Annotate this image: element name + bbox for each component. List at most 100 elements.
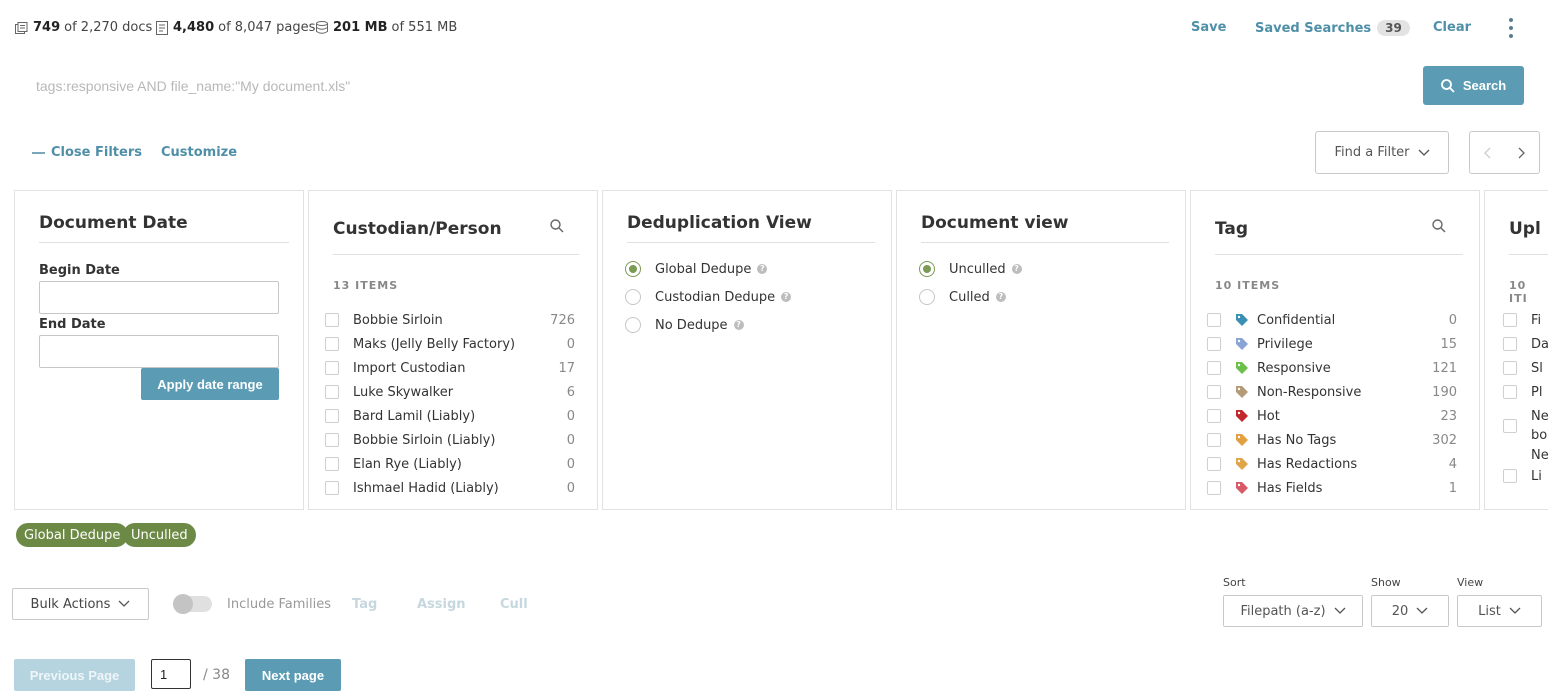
list-item[interactable]: Has No Tags 302 (1207, 428, 1457, 452)
list-item[interactable]: Pl (1503, 380, 1542, 404)
list-item-count: 121 (1432, 360, 1457, 376)
list-item[interactable]: Luke Skywalker 6 (325, 380, 575, 404)
help-icon[interactable]: ? (757, 264, 768, 274)
list-item[interactable]: Sl (1503, 356, 1543, 380)
checkbox[interactable] (1503, 419, 1517, 433)
radio-option[interactable]: No Dedupe? (625, 311, 791, 339)
more-options-icon[interactable] (1506, 18, 1516, 40)
next-page-button[interactable]: Next page (245, 659, 341, 691)
checkbox[interactable] (1207, 481, 1221, 495)
list-item[interactable]: Has Fields 1 (1207, 476, 1457, 500)
checkbox[interactable] (1503, 337, 1517, 351)
begin-date-input[interactable] (39, 281, 279, 314)
checkbox[interactable] (325, 337, 339, 351)
sort-select[interactable]: Filepath (a-z) (1223, 595, 1363, 627)
checkbox[interactable] (1503, 385, 1517, 399)
view-select[interactable]: List (1457, 595, 1542, 627)
checkbox[interactable] (1503, 469, 1517, 483)
include-families-toggle[interactable] (173, 594, 212, 614)
assign-action-button[interactable]: Assign (417, 597, 466, 612)
radio-button[interactable] (625, 289, 641, 305)
chevron-right-icon[interactable] (1505, 132, 1540, 173)
apply-date-range-button[interactable]: Apply date range (141, 368, 279, 400)
list-item[interactable]: Non-Responsive 190 (1207, 380, 1457, 404)
search-input[interactable] (22, 68, 1412, 104)
find-a-filter-dropdown[interactable]: Find a Filter (1315, 131, 1449, 174)
search-icon (1440, 78, 1455, 93)
list-item[interactable]: Fi (1503, 308, 1541, 332)
help-icon[interactable]: ? (733, 320, 744, 330)
checkbox[interactable] (1207, 361, 1221, 375)
checkbox[interactable] (1207, 337, 1221, 351)
tag-action-button[interactable]: Tag (352, 597, 377, 612)
active-filter-chip[interactable]: Unculled (123, 523, 196, 547)
checkbox[interactable] (325, 457, 339, 471)
chevron-down-icon (1418, 149, 1429, 156)
bulk-actions-dropdown[interactable]: Bulk Actions (12, 588, 149, 620)
radio-button[interactable] (919, 261, 935, 277)
document-view-options: Unculled? Culled? (919, 255, 1022, 311)
page-number-input[interactable] (151, 659, 191, 689)
list-item[interactable]: Bobbie Sirloin 726 (325, 308, 575, 332)
radio-button[interactable] (625, 317, 641, 333)
end-date-input[interactable] (39, 335, 279, 368)
radio-button[interactable] (919, 289, 935, 305)
list-item-label: Has No Tags (1257, 432, 1337, 448)
list-item[interactable]: Ishmael Hadid (Liably) 0 (325, 476, 575, 500)
list-item-count: 302 (1432, 432, 1457, 448)
checkbox[interactable] (325, 409, 339, 423)
view-label: View (1457, 576, 1484, 589)
list-item[interactable]: Import Custodian 17 (325, 356, 575, 380)
list-item[interactable]: Li (1503, 464, 1542, 488)
list-item-count: 23 (1440, 408, 1457, 424)
search-icon[interactable] (550, 219, 564, 233)
list-item[interactable]: Confidential 0 (1207, 308, 1457, 332)
list-item[interactable]: Has Redactions 4 (1207, 452, 1457, 476)
checkbox[interactable] (1207, 457, 1221, 471)
checkbox[interactable] (325, 385, 339, 399)
radio-option[interactable]: Culled? (919, 283, 1022, 311)
tag-filter-card: Tag 10 ITEMS Confidential 0 Privilege 15 Res… (1190, 190, 1480, 510)
checkbox[interactable] (325, 313, 339, 327)
radio-option[interactable]: Unculled? (919, 255, 1022, 283)
show-select[interactable]: 20 (1371, 595, 1449, 627)
clear-button[interactable]: Clear (1433, 20, 1471, 35)
save-button[interactable]: Save (1191, 20, 1226, 35)
list-item[interactable]: Maks (Jelly Belly Factory) 0 (325, 332, 575, 356)
card-title: Custodian/Person (333, 219, 502, 239)
list-item[interactable]: Privilege 15 (1207, 332, 1457, 356)
active-filter-chip[interactable]: Global Dedupe (16, 523, 129, 547)
radio-option[interactable]: Custodian Dedupe? (625, 283, 792, 311)
cull-action-button[interactable]: Cull (500, 597, 528, 612)
list-item-count: 1 (1448, 480, 1457, 496)
checkbox[interactable] (325, 361, 339, 375)
checkbox[interactable] (1503, 361, 1517, 375)
checkbox[interactable] (1503, 313, 1517, 327)
radio-button[interactable] (625, 261, 641, 277)
checkbox[interactable] (325, 481, 339, 495)
help-icon[interactable]: ? (781, 292, 792, 302)
chevron-left-icon[interactable] (1470, 132, 1505, 173)
saved-searches-button[interactable]: Saved Searches 39 (1255, 20, 1410, 36)
checkbox[interactable] (1207, 433, 1221, 447)
list-item[interactable]: Da (1503, 332, 1548, 356)
close-filters-button[interactable]: Close Filters (32, 145, 142, 160)
search-button[interactable]: Search (1423, 66, 1524, 105)
checkbox[interactable] (1207, 313, 1221, 327)
search-icon[interactable] (1432, 219, 1446, 233)
list-item[interactable]: Hot 23 (1207, 404, 1457, 428)
help-icon[interactable]: ? (995, 292, 1006, 302)
help-icon[interactable]: ? (1011, 264, 1022, 274)
checkbox[interactable] (1207, 409, 1221, 423)
checkbox[interactable] (325, 433, 339, 447)
list-item[interactable]: Responsive 121 (1207, 356, 1457, 380)
checkbox[interactable] (1207, 385, 1221, 399)
list-item-label: Maks (Jelly Belly Factory) (353, 336, 516, 352)
customize-button[interactable]: Customize (161, 145, 237, 160)
previous-page-button[interactable]: Previous Page (14, 659, 135, 691)
radio-option[interactable]: Global Dedupe? (625, 255, 791, 283)
list-item-label: Import Custodian (353, 360, 466, 376)
list-item[interactable]: Bobbie Sirloin (Liably) 0 (325, 428, 575, 452)
list-item[interactable]: Elan Rye (Liably) 0 (325, 452, 575, 476)
list-item[interactable]: Bard Lamil (Liably) 0 (325, 404, 575, 428)
